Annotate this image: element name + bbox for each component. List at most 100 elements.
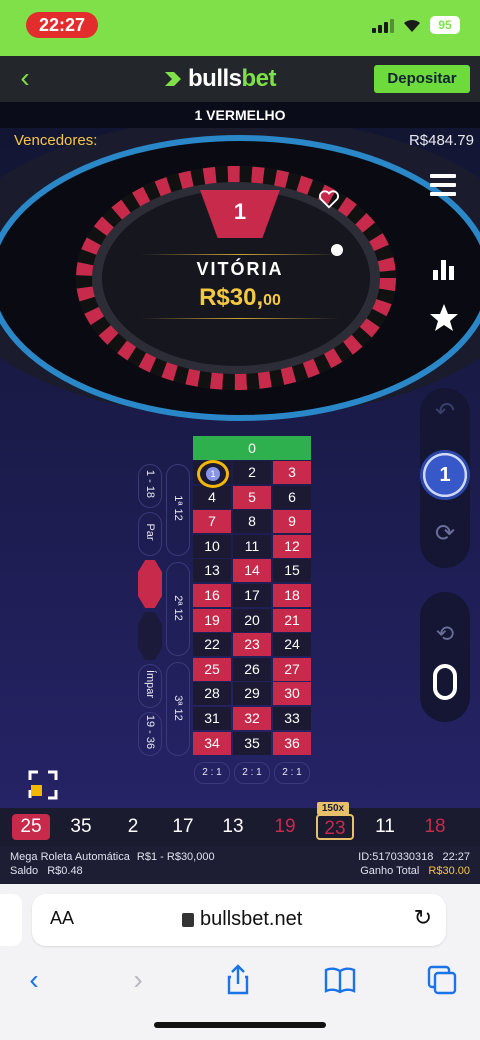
number-cell-29[interactable]: 29 [233,682,271,706]
autoplay-icon[interactable]: ⟲ [433,622,457,646]
bet-odd-label: Ímpar [144,669,156,699]
bet-limits: R$1 - R$30,000 [136,851,215,863]
winners-label: Vencedores: [14,132,98,149]
total-win-value: R$30.00 [428,865,470,877]
status-bar: 22:27 95 [0,0,480,56]
number-cell-36[interactable]: 36 [273,731,311,755]
balance-label: Saldo [10,865,39,877]
number-cell-35[interactable]: 35 [233,731,271,755]
number-cell-11[interactable]: 11 [233,534,271,558]
browser-toolbar: ‹ › [0,960,480,1000]
number-cell-10[interactable]: 10 [193,534,231,558]
number-cell-19[interactable]: 19 [193,608,231,632]
game-name: Mega Roleta Automática [10,851,130,863]
extra-controls-panel: ⟲ [420,592,470,722]
balance-value: R$0.48 [47,865,83,877]
game-info-bar: Mega Roleta Automática R$1 - R$30,000 Sa… [0,846,480,884]
number-cell-15[interactable]: 15 [273,559,311,583]
repeat-icon[interactable]: ⟳ [433,522,457,546]
favorite-star-icon[interactable] [428,302,460,334]
battery-indicator: 95 [430,16,460,34]
bet-black[interactable] [138,612,162,660]
number-cell-14[interactable]: 14 [233,559,271,583]
statistics-icon[interactable] [433,258,454,280]
number-cell-30[interactable]: 30 [273,682,311,706]
reload-icon[interactable]: ↻ [414,905,432,931]
results-history: 25 35 2 17 13 19 23 11 18 [0,808,480,846]
bet-red[interactable] [138,560,162,608]
number-cell-2[interactable]: 2 [233,461,271,484]
number-cell-17[interactable]: 17 [233,584,271,607]
number-cell-24[interactable]: 24 [273,633,311,657]
bet-dozen-2-label: 2ª 12 [172,595,184,621]
total-win-label: Ganho Total [360,865,420,877]
back-button[interactable]: ‹ [10,64,40,94]
reader-settings-button[interactable]: AA [50,908,74,929]
bet-low-label: 1 - 18 [144,469,156,499]
fullscreen-icon[interactable] [28,770,58,800]
number-cell-20[interactable]: 20 [233,608,271,632]
menu-icon[interactable] [430,174,456,196]
number-cell-27[interactable]: 27 [273,657,311,681]
address-bar[interactable]: AA bullsbet.net ↻ [32,894,446,946]
lock-icon [182,912,194,927]
round-time: 22:27 [442,851,470,863]
history-number: 23 [316,814,354,840]
round-id: ID:5170330318 [358,851,434,863]
deposit-button[interactable]: Depositar [374,65,470,93]
win-amount: R$30,00 [199,284,281,311]
column-bet-1[interactable]: 2 : 1 [194,762,230,784]
undo-icon[interactable]: ↶ [433,400,457,424]
number-cell-4[interactable]: 4 [193,485,231,509]
number-cell-16[interactable]: 16 [193,584,231,607]
url-display[interactable]: bullsbet.net [182,908,302,931]
column-bet-2[interactable]: 2 : 1 [234,762,270,784]
history-number: 25 [12,814,50,840]
column-bet-3[interactable]: 2 : 1 [274,762,310,784]
number-cell-0[interactable]: 0 [193,436,311,460]
bookmarks-icon[interactable] [320,960,360,1000]
bet-even-label: Par [144,523,156,541]
back-nav-icon[interactable]: ‹ [14,960,54,1000]
winners-amount: R$484.79 [408,132,474,149]
number-cell-3[interactable]: 3 [273,461,311,484]
previous-tab[interactable] [0,894,22,946]
home-indicator [154,1022,326,1028]
brand-name: bullsbet [188,65,277,92]
number-cell-9[interactable]: 9 [273,510,311,534]
number-cell-5[interactable]: 5 [233,485,271,509]
tabs-icon[interactable] [422,960,462,1000]
placed-chip: 1 [197,460,229,488]
win-title: VITÓRIA [196,259,284,279]
multiplier-badge: 150x [317,802,349,815]
number-cell-12[interactable]: 12 [273,534,311,558]
number-cell-32[interactable]: 32 [233,707,271,730]
number-cell-8[interactable]: 8 [233,510,271,534]
bet-high-label: 19 - 36 [144,714,156,750]
number-cell-31[interactable]: 31 [193,707,231,730]
number-cell-34[interactable]: 34 [193,731,231,755]
forward-nav-icon[interactable]: › [118,960,158,1000]
number-cell-7[interactable]: 7 [193,510,231,534]
number-cell-13[interactable]: 13 [193,559,231,583]
heart-icon[interactable] [318,188,340,210]
number-cell-18[interactable]: 18 [273,584,311,607]
brand-logo[interactable]: bullsbet [162,64,277,94]
number-cell-23[interactable]: 23 [233,633,271,657]
number-cell-26[interactable]: 26 [233,657,271,681]
number-cell-28[interactable]: 28 [193,682,231,706]
history-number: 13 [222,816,244,837]
number-cell-6[interactable]: 6 [273,485,311,509]
number-cell-25[interactable]: 25 [193,657,231,681]
number-cell-22[interactable]: 22 [193,633,231,657]
racetrack-icon[interactable] [433,664,457,700]
last-result-bar: 1 VERMELHO [0,102,480,128]
url-text: bullsbet.net [200,908,303,930]
share-icon[interactable] [218,960,258,1000]
number-cell-33[interactable]: 33 [273,707,311,730]
chip-selector[interactable]: 1 [420,450,470,500]
bull-logo-icon [165,72,181,86]
win-panel: VITÓRIA R$30,00 [140,254,340,344]
number-cell-21[interactable]: 21 [273,608,311,632]
app-header: ‹ bullsbet Depositar [0,56,480,102]
